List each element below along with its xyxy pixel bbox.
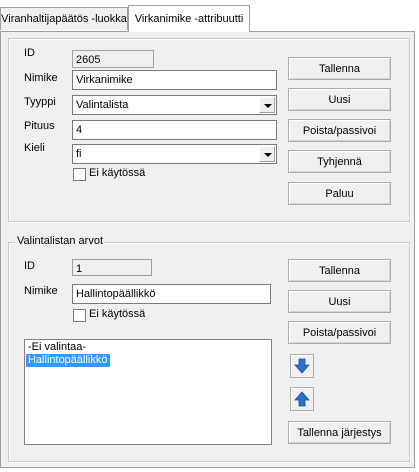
option-disabled-checkbox[interactable] — [73, 309, 86, 322]
id-label: ID — [24, 47, 35, 59]
type-select-value: Valintalista — [76, 99, 129, 111]
type-select[interactable]: Valintalista — [72, 95, 277, 115]
new-button[interactable]: Uusi — [288, 88, 391, 111]
disabled-checkbox-label: Ei käytössä — [89, 167, 146, 179]
chevron-down-icon[interactable] — [259, 97, 275, 113]
arrow-down-icon — [294, 358, 310, 374]
type-label: Tyyppi — [24, 96, 56, 108]
remove-button[interactable]: Poista/passivoi — [288, 119, 391, 142]
chevron-down-icon[interactable] — [259, 146, 275, 162]
tab-virkanimike-attribuutti[interactable]: Virkanimike -attribuutti — [128, 5, 250, 32]
option-disabled-checkbox-label: Ei käytössä — [89, 308, 146, 320]
option-id-field: 1 — [72, 259, 152, 276]
language-select[interactable]: fi — [72, 144, 277, 164]
option-name-input[interactable]: Hallintopäällikkö — [72, 284, 271, 304]
option-save-button[interactable]: Tallenna — [288, 259, 391, 282]
move-down-button[interactable] — [290, 354, 314, 378]
option-name-label: Nimike — [24, 285, 58, 297]
id-field: 2605 — [72, 50, 154, 68]
options-group-legend: Valintalistan arvot — [15, 235, 106, 247]
clear-button[interactable]: Tyhjennä — [288, 150, 391, 173]
disabled-checkbox[interactable] — [73, 168, 86, 181]
name-input[interactable]: Virkanimike — [72, 70, 277, 90]
options-listbox[interactable]: -Ei valintaa- Hallintopäällikkö — [24, 339, 272, 445]
list-item[interactable]: -Ei valintaa- — [26, 341, 270, 354]
save-button[interactable]: Tallenna — [288, 57, 391, 80]
tab-label: Viranhaltijapäätös -luokka — [1, 13, 127, 25]
list-item-selected[interactable]: Hallintopäällikkö — [26, 354, 110, 367]
language-select-value: fi — [76, 148, 82, 160]
option-remove-button[interactable]: Poista/passivoi — [288, 321, 391, 344]
language-label: Kieli — [24, 142, 45, 154]
save-order-button[interactable]: Tallenna järjestys — [288, 421, 391, 444]
arrow-up-icon — [294, 391, 310, 407]
option-id-label: ID — [24, 260, 35, 272]
tab-viranhaltijapaatos-luokka[interactable]: Viranhaltijapäätös -luokka — [0, 7, 128, 30]
option-new-button[interactable]: Uusi — [288, 290, 391, 313]
length-input[interactable]: 4 — [72, 120, 277, 140]
name-label: Nimike — [24, 72, 58, 84]
back-button[interactable]: Paluu — [288, 182, 391, 205]
length-label: Pituus — [24, 120, 55, 132]
tab-label: Virkanimike -attribuutti — [134, 13, 244, 25]
move-up-button[interactable] — [290, 387, 314, 411]
